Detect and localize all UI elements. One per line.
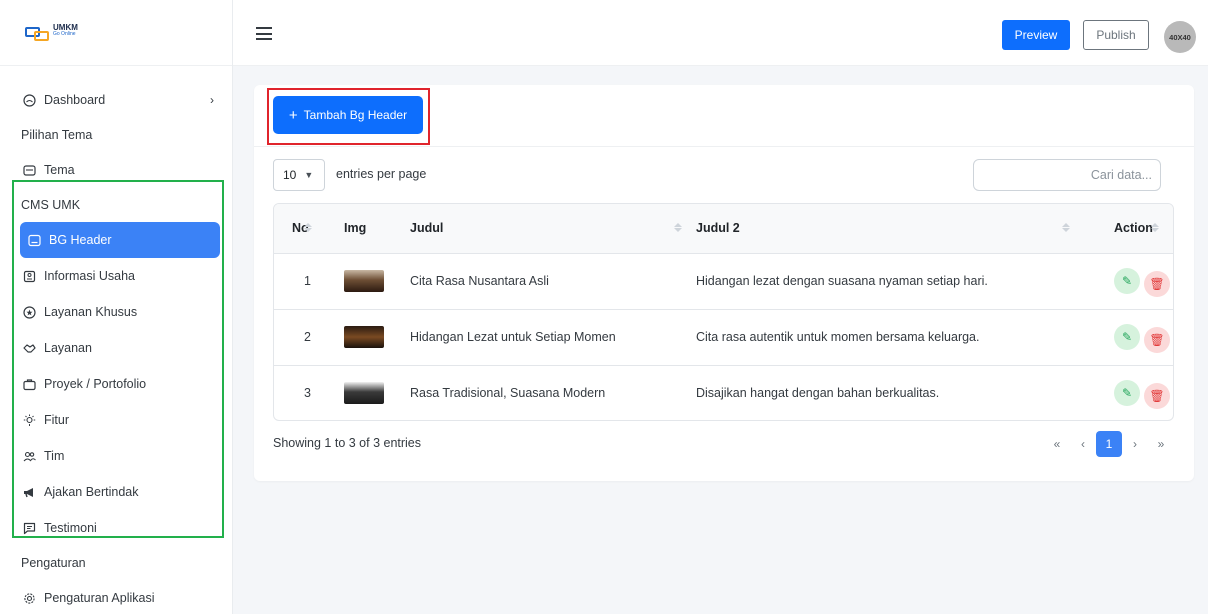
col-header-label: Action — [1114, 221, 1153, 236]
col-header-judul[interactable]: Judul — [410, 204, 696, 254]
section-pengaturan: Pengaturan — [21, 556, 86, 570]
entries-value: 10 — [283, 168, 297, 182]
entries-info: Showing 1 to 3 of 3 entries — [273, 436, 422, 450]
section-pilihan-tema: Pilihan Tema — [21, 128, 93, 142]
data-table: No Img Judul Judul 2 Action 1 Cita Rasa … — [273, 203, 1174, 421]
trash-icon: 🗑 — [1149, 389, 1165, 404]
thumbnail-image[interactable] — [344, 326, 384, 348]
table-header-row: No Img Judul Judul 2 Action — [274, 204, 1173, 254]
sort-icon — [1151, 223, 1159, 232]
thumbnail-image[interactable] — [344, 382, 384, 405]
edit-icon: ✎ — [1121, 330, 1133, 344]
cell-no: 3 — [304, 386, 311, 401]
avatar[interactable]: 40X40 — [1164, 21, 1196, 53]
trash-icon: 🗑 — [1149, 333, 1165, 347]
chevron-down-icon: ▼ — [304, 170, 314, 180]
dashboard-icon — [22, 93, 36, 107]
edit-icon: ✎ — [1121, 386, 1133, 401]
cell-judul2: Hidangan lezat dengan suasana nyaman set… — [696, 253, 1084, 310]
sidebar-item-label: Tema — [44, 163, 75, 177]
col-header-img[interactable]: Img — [344, 204, 410, 254]
logo-area: UMKM Go Online — [0, 0, 232, 66]
cell-no: 1 — [274, 253, 344, 310]
content-card: + Tambah Bg Header 10 ▼ entries per page… — [254, 85, 1194, 481]
cell-action: ✎ 🗑 — [1084, 253, 1173, 310]
cell-action: ✎ 🗑 — [1084, 365, 1173, 420]
cell-no: 2 — [274, 309, 344, 366]
chevron-right-icon: › — [210, 93, 214, 107]
publish-button[interactable]: Publish — [1083, 20, 1149, 50]
hamburger-menu-icon[interactable] — [256, 27, 272, 40]
brand-tagline: Go Online — [53, 31, 76, 37]
table-controls: 10 ▼ entries per page — [273, 159, 1175, 191]
sidebar-item-dashboard[interactable]: Dashboard › — [0, 82, 232, 118]
cell-judul: Hidangan Lezat untuk Setiap Momen — [410, 309, 696, 366]
plus-icon: + — [288, 106, 298, 124]
page-prev-button[interactable]: ‹ — [1070, 431, 1096, 457]
table-row: 2 Hidangan Lezat untuk Setiap Momen Cita… — [274, 309, 1173, 366]
table-row: 1 Cita Rasa Nusantara Asli Hidangan leza… — [274, 253, 1173, 310]
entries-per-page-select[interactable]: 10 ▼ — [273, 159, 325, 191]
page-current-button[interactable]: 1 — [1096, 431, 1122, 457]
sort-icon — [1062, 223, 1070, 232]
cell-action: ✎ 🗑 — [1084, 309, 1173, 366]
delete-button[interactable]: 🗑 — [1144, 327, 1170, 353]
page-next-button[interactable]: › — [1122, 431, 1148, 457]
sidebar: UMKM Go Online Dashboard › Pilihan Tema … — [0, 0, 233, 614]
add-button-label: Tambah Bg Header — [303, 108, 408, 122]
page-last-button[interactable]: » — [1148, 431, 1174, 457]
edit-button[interactable]: ✎ — [1114, 324, 1140, 350]
cell-img — [344, 365, 410, 420]
brand-logo[interactable]: UMKM Go Online — [25, 24, 78, 41]
table-row: 3 Rasa Tradisional, Suasana Modern Disaj… — [274, 365, 1173, 420]
col-header-judul2[interactable]: Judul 2 — [696, 204, 1084, 254]
col-header-label: Judul 2 — [696, 221, 740, 236]
page-first-button[interactable]: « — [1044, 431, 1070, 457]
preview-button[interactable]: Preview — [1002, 20, 1070, 50]
col-header-action[interactable]: Action — [1084, 204, 1173, 254]
col-header-label: Judul — [410, 221, 444, 236]
thumbnail-image[interactable] — [344, 270, 384, 292]
sort-icon — [304, 223, 312, 232]
cell-judul2: Disajikan hangat dengan bahan berkualita… — [696, 386, 940, 401]
trash-icon: 🗑 — [1149, 277, 1165, 291]
edit-button[interactable]: ✎ — [1114, 380, 1140, 407]
pagination: « ‹ 1 › » — [1044, 431, 1174, 457]
edit-button[interactable]: ✎ — [1114, 268, 1140, 294]
delete-button[interactable]: 🗑 — [1144, 383, 1170, 410]
col-header-no[interactable]: No — [274, 204, 344, 254]
cell-judul: Rasa Tradisional, Suasana Modern — [410, 386, 606, 401]
delete-button[interactable]: 🗑 — [1144, 271, 1170, 297]
palette-icon — [22, 163, 36, 177]
col-header-label: Img — [344, 221, 367, 236]
sort-icon — [674, 223, 682, 232]
sidebar-item-pengaturan-aplikasi[interactable]: Pengaturan Aplikasi — [0, 580, 232, 614]
card-header: + Tambah Bg Header — [254, 85, 1194, 147]
cell-judul2: Cita rasa autentik untuk momen bersama k… — [696, 309, 1084, 366]
cell-img — [344, 309, 410, 366]
sidebar-item-label: Dashboard — [44, 93, 106, 107]
gear-icon — [22, 591, 36, 605]
topbar: Preview Publish 40X40 — [233, 0, 1208, 66]
add-bg-header-button[interactable]: + Tambah Bg Header — [273, 96, 423, 134]
cell-img — [344, 253, 410, 310]
logo-mark-icon — [25, 27, 51, 41]
sidebar-item-label: Pengaturan Aplikasi — [44, 591, 155, 605]
entries-label: entries per page — [336, 167, 427, 181]
edit-icon: ✎ — [1121, 274, 1133, 288]
cms-section-highlight — [12, 180, 224, 538]
cell-judul: Cita Rasa Nusantara Asli — [410, 253, 696, 310]
search-input[interactable] — [973, 159, 1161, 191]
